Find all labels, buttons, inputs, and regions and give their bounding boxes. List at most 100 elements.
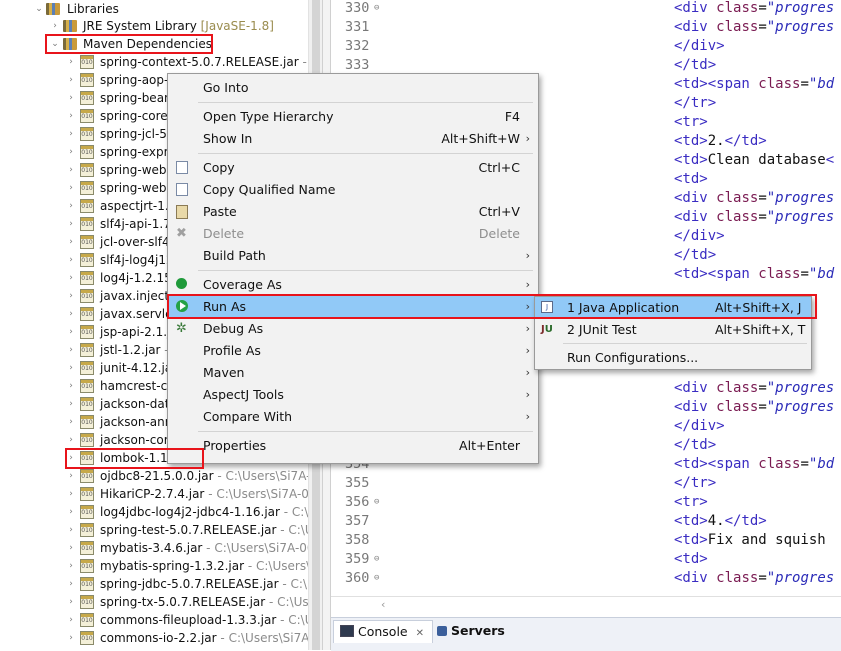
fold-toggle-icon[interactable]: ⊖ — [374, 0, 379, 18]
code-token: class — [716, 19, 759, 35]
menu-item-coverage-as[interactable]: Coverage As › — [168, 274, 538, 296]
menu-item-copy-qualified-name[interactable]: Copy Qualified Name — [168, 179, 538, 201]
collapse-arrow-icon[interactable]: › — [66, 161, 76, 179]
code-token: class — [716, 380, 759, 396]
collapse-arrow-icon[interactable]: › — [66, 251, 76, 269]
collapse-arrow-icon[interactable]: › — [66, 179, 76, 197]
jar-icon: 010 — [80, 181, 94, 195]
collapse-arrow-icon[interactable]: › — [66, 557, 76, 575]
menu-item-copy[interactable]: Copy Ctrl+C — [168, 157, 538, 179]
submenu-item-run-configurations[interactable]: Run Configurations... — [535, 347, 811, 369]
collapse-arrow-icon[interactable]: › — [66, 71, 76, 89]
menu-item-properties[interactable]: Properties Alt+Enter — [168, 435, 538, 457]
collapse-arrow-icon[interactable]: › — [66, 611, 76, 629]
jar-name: HikariCP-2.7.4.jar — [100, 487, 205, 501]
jar-path: - C:\Users\Si7A-0 — [213, 469, 308, 483]
coverage-icon — [176, 278, 187, 289]
jar-icon: 010 — [80, 91, 94, 105]
close-icon[interactable]: ✕ — [416, 628, 424, 639]
collapse-arrow-icon[interactable]: › — [66, 269, 76, 287]
collapse-arrow-icon[interactable]: › — [66, 125, 76, 143]
expand-arrow-icon[interactable]: ⌄ — [34, 0, 44, 18]
jar-name: mybatis-3.4.6.jar — [100, 541, 203, 555]
menu-label: Delete — [203, 226, 245, 241]
code-text: <td> — [674, 550, 708, 569]
menu-item-aspectj-tools[interactable]: AspectJ Tools › — [168, 384, 538, 406]
collapse-arrow-icon[interactable]: › — [66, 593, 76, 611]
copy-icon — [176, 161, 188, 174]
jar-name: jcl-over-slf4j — [100, 235, 173, 249]
collapse-arrow-icon[interactable]: › — [66, 107, 76, 125]
menu-label: Open Type Hierarchy — [203, 109, 334, 124]
code-token: class — [716, 570, 759, 586]
menu-item-show-in[interactable]: Show In Alt+Shift+W › — [168, 128, 538, 150]
fold-toggle-icon[interactable]: ⊖ — [374, 569, 379, 588]
collapse-arrow-icon[interactable]: › — [66, 629, 76, 647]
code-token: Clean database — [707, 152, 826, 168]
collapse-arrow-icon[interactable]: › — [66, 503, 76, 521]
collapse-arrow-icon[interactable]: › — [66, 215, 76, 233]
collapse-arrow-icon[interactable]: › — [66, 323, 76, 341]
menu-item-maven[interactable]: Maven › — [168, 362, 538, 384]
collapse-arrow-icon[interactable]: › — [66, 143, 76, 161]
code-text: <td>Clean database< — [674, 151, 834, 170]
collapse-arrow-icon[interactable]: › — [66, 197, 76, 215]
menu-item-compare-with[interactable]: Compare With › — [168, 406, 538, 428]
code-token: <td><span — [674, 456, 759, 472]
tab-console[interactable]: Console ✕ — [333, 620, 433, 643]
code-token: class — [716, 0, 759, 16]
fold-toggle-icon[interactable]: ⊖ — [374, 493, 379, 512]
code-text: <td>2.</td> — [674, 132, 767, 151]
jar-name: slf4j-api-1.7. — [100, 217, 175, 231]
code-text: <div class="progres — [674, 379, 834, 398]
collapse-arrow-icon[interactable]: › — [66, 485, 76, 503]
jar-path: - C:\Users\S — [247, 559, 308, 573]
menu-item-debug-as[interactable]: ✲ Debug As › — [168, 318, 538, 340]
collapse-arrow-icon[interactable]: › — [66, 449, 76, 467]
jar-name: spring-tx-5.0.7.RELEASE.jar — [100, 595, 266, 609]
collapse-arrow-icon[interactable]: › — [66, 233, 76, 251]
line-number: 355 — [345, 475, 370, 491]
code-token: </td> — [724, 513, 767, 529]
collapse-arrow-icon[interactable]: › — [66, 53, 76, 71]
collapse-arrow-icon[interactable]: › — [66, 431, 76, 449]
collapse-arrow-icon[interactable]: › — [66, 305, 76, 323]
collapse-arrow-icon[interactable]: › — [66, 413, 76, 431]
code-token: <td> — [674, 513, 708, 529]
menu-label: Run Configurations... — [567, 350, 699, 365]
expand-arrow-icon[interactable]: ⌄ — [50, 35, 60, 53]
menu-item-paste[interactable]: Paste Ctrl+V — [168, 201, 538, 223]
code-token: class — [716, 209, 759, 225]
submenu-item-junit-test[interactable]: JU 2 JUnit Test Alt+Shift+X, T — [535, 319, 811, 341]
submenu-item-java-application[interactable]: J 1 Java Application Alt+Shift+X, J — [535, 297, 811, 319]
collapse-arrow-icon[interactable]: › — [66, 377, 76, 395]
collapse-arrow-icon[interactable]: › — [66, 287, 76, 305]
collapse-arrow-icon[interactable]: › — [66, 341, 76, 359]
menu-item-go-into[interactable]: Go Into — [168, 77, 538, 99]
jar-name: slf4j-log4j12 — [100, 253, 174, 267]
line-number: 330 — [345, 0, 370, 16]
menu-item-build-path[interactable]: Build Path › — [168, 245, 538, 267]
collapse-arrow-icon[interactable]: › — [66, 575, 76, 593]
menu-item-profile-as[interactable]: Profile As › — [168, 340, 538, 362]
menu-item-run-as[interactable]: Run As › — [168, 296, 538, 318]
collapse-arrow-icon[interactable]: › — [66, 89, 76, 107]
tab-servers[interactable]: Servers — [431, 620, 511, 642]
library-icon — [63, 38, 77, 50]
collapse-arrow-icon[interactable]: › — [66, 539, 76, 557]
collapse-arrow-icon[interactable]: › — [66, 359, 76, 377]
collapse-arrow-icon[interactable]: › — [66, 395, 76, 413]
collapse-arrow-icon[interactable]: › — [66, 521, 76, 539]
editor-horizontal-scrollbar[interactable]: ‹ — [331, 596, 841, 613]
menu-item-delete: ✖ Delete Delete — [168, 223, 538, 245]
jar-icon: 010 — [80, 379, 94, 393]
fold-toggle-icon[interactable]: ⊖ — [374, 550, 379, 569]
menu-item-open-type-hierarchy[interactable]: Open Type Hierarchy F4 — [168, 106, 538, 128]
jar-path: - C:\U — [283, 505, 308, 519]
scroll-left-arrow-icon[interactable]: ‹ — [381, 598, 385, 611]
collapse-arrow-icon[interactable]: › — [66, 467, 76, 485]
collapse-arrow-icon[interactable]: › — [50, 17, 60, 35]
line-number: 332 — [345, 38, 370, 54]
jar-icon: 010 — [80, 163, 94, 177]
jar-icon: 010 — [80, 487, 94, 501]
